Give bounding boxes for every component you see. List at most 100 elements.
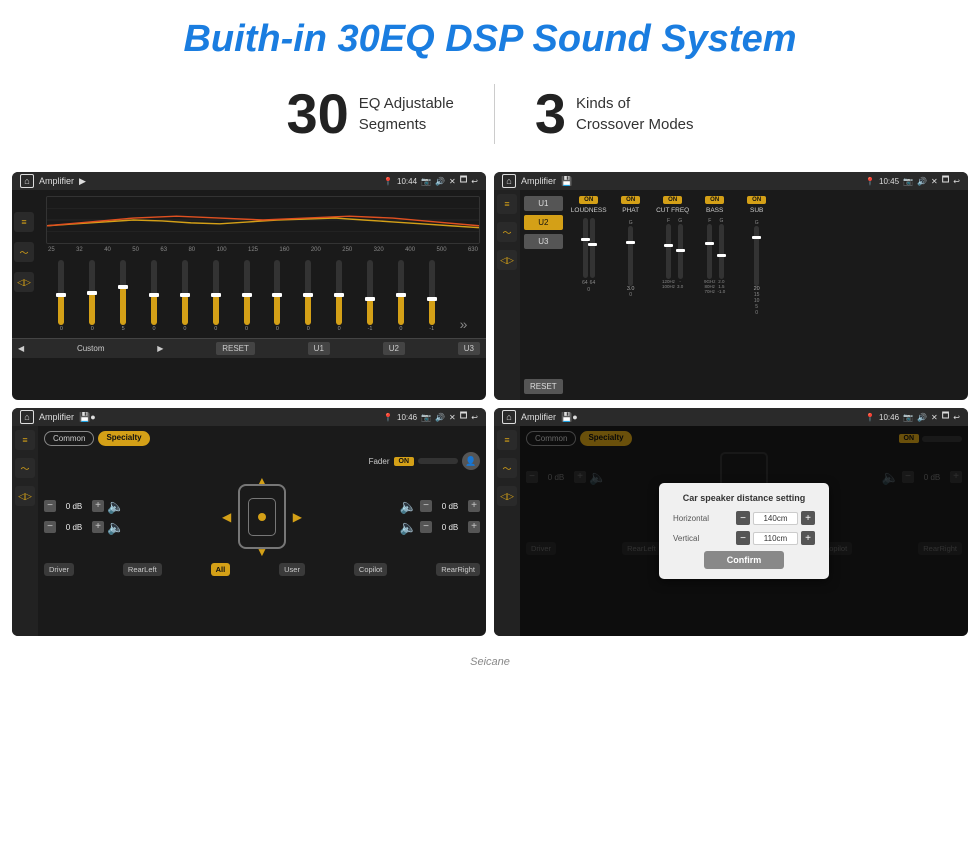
vol-icon-4[interactable]: ◁▷ — [497, 486, 517, 506]
volume-icon-4: 🔊 — [917, 413, 927, 422]
specialty-tab-3[interactable]: Specialty — [98, 431, 149, 446]
time-2: 10:45 — [879, 177, 899, 186]
vol-icon-2[interactable]: ◁▷ — [497, 250, 517, 270]
reset-button-1[interactable]: RESET — [216, 342, 255, 355]
eq-slider-3[interactable]: 5 — [120, 260, 126, 332]
eq-icon-4[interactable]: ≡ — [497, 430, 517, 450]
wave-icon-2[interactable]: 〜 — [497, 222, 517, 242]
home-icon-3[interactable] — [20, 410, 34, 424]
amplifier-label-3: Amplifier — [39, 412, 74, 422]
user-btn-3[interactable]: User — [279, 563, 305, 576]
vol1-minus[interactable]: − — [44, 500, 56, 512]
bass-col: ON BASS F 9GHz 80Hz 70Hz — [697, 196, 733, 394]
vol3-minus[interactable]: − — [420, 500, 432, 512]
u1-button-2[interactable]: U1 — [524, 196, 563, 211]
horizontal-plus[interactable]: + — [801, 511, 815, 525]
time-3: 10:46 — [397, 413, 417, 422]
vol4-minus[interactable]: − — [420, 521, 432, 533]
vol3-plus[interactable]: + — [468, 500, 480, 512]
home-icon-1[interactable] — [20, 174, 34, 188]
eq-slider-12[interactable]: 0 — [398, 260, 404, 332]
fader-on-3[interactable]: ON — [394, 457, 415, 466]
vol-icon-1[interactable]: ◁▷ — [14, 272, 34, 292]
reset-button-2[interactable]: RESET — [524, 379, 563, 394]
eq-slider-6[interactable]: 0 — [213, 260, 219, 332]
arrow-left[interactable]: ◀ — [222, 510, 231, 524]
bass-label: BASS — [706, 207, 723, 214]
u2-button-1[interactable]: U2 — [383, 342, 405, 355]
vertical-minus[interactable]: − — [736, 531, 750, 545]
all-btn-3[interactable]: All — [211, 563, 231, 576]
rearleft-btn-3[interactable]: RearLeft — [123, 563, 162, 576]
status-bar-2: Amplifier 💾 📍 10:45 📷 🔊 ✕ 🗖 ↩ — [494, 172, 968, 190]
vol-row-2: − 0 dB + 🔈 — [44, 519, 124, 536]
confirm-button[interactable]: Confirm — [704, 551, 784, 569]
horizontal-minus[interactable]: − — [736, 511, 750, 525]
horizontal-label: Horizontal — [673, 514, 723, 523]
wave-icon-1[interactable]: 〜 — [14, 242, 34, 262]
wave-icon-3[interactable]: 〜 — [15, 458, 35, 478]
arrow-right[interactable]: ▶ — [293, 510, 302, 524]
vertical-control: − 110cm + — [736, 531, 815, 545]
cutfreq-label: CUT FREQ — [656, 207, 689, 214]
eq-slider-5[interactable]: 0 — [182, 260, 188, 332]
eq-slider-9[interactable]: 0 — [305, 260, 311, 332]
eq-slider-2[interactable]: 0 — [89, 260, 95, 332]
location-icon-3: 📍 — [383, 413, 393, 422]
vertical-plus[interactable]: + — [801, 531, 815, 545]
rearright-btn-3[interactable]: RearRight — [436, 563, 480, 576]
status-bar-1: Amplifier ▶ 📍 10:44 📷 🔊 ✕ 🗖 ↩ — [12, 172, 486, 190]
camera-icon-2: 📷 — [903, 177, 913, 186]
horizontal-value: 140cm — [753, 512, 798, 525]
eq-slider-8[interactable]: 0 — [274, 260, 280, 332]
vol-icon-3[interactable]: ◁▷ — [15, 486, 35, 506]
volume-icon-2: 🔊 — [917, 177, 927, 186]
time-1: 10:44 — [397, 177, 417, 186]
sub-on[interactable]: ON — [747, 196, 766, 204]
screen-speaker: Amplifier 💾● 📍 10:46 📷 🔊 ✕ 🗖 ↩ ≡ 〜 ◁▷ — [12, 408, 486, 636]
eq-icon-1[interactable]: ≡ — [14, 212, 34, 232]
vol2-plus[interactable]: + — [92, 521, 104, 533]
cutfreq-col: ON CUT FREQ F 120Hz 100Hz G — [655, 196, 691, 394]
u3-button-1[interactable]: U3 — [458, 342, 480, 355]
forward-arrow[interactable]: ▶ — [157, 344, 163, 353]
loudness-on[interactable]: ON — [579, 196, 598, 204]
copilot-btn-3[interactable]: Copilot — [354, 563, 387, 576]
fader-label-3: Fader — [369, 457, 390, 466]
eq-slider-4[interactable]: 0 — [151, 260, 157, 332]
home-icon-4[interactable] — [502, 410, 516, 424]
back-arrow[interactable]: ◀ — [18, 344, 24, 353]
eq-icon-3[interactable]: ≡ — [15, 430, 35, 450]
wave-icon-4[interactable]: 〜 — [497, 458, 517, 478]
fader-slider-3[interactable] — [418, 458, 458, 464]
loudness-col: ON LOUDNESS 64 64 0 — [571, 196, 607, 394]
stats-row: 30 EQ AdjustableSegments 3 Kinds ofCross… — [0, 71, 980, 164]
eq-slider-10[interactable]: 0 — [336, 260, 342, 332]
common-tab-3[interactable]: Common — [44, 431, 94, 446]
vol2-minus[interactable]: − — [44, 521, 56, 533]
u3-button-2[interactable]: U3 — [524, 234, 563, 249]
eq-slider-1[interactable]: 0 — [58, 260, 64, 332]
eq-slider-11[interactable]: -1 — [367, 260, 373, 332]
home-icon-2[interactable] — [502, 174, 516, 188]
location-icon-2: 📍 — [865, 177, 875, 186]
phat-col: ON PHAT G 3.0 0 — [613, 196, 649, 394]
play-icon-1: ▶ — [79, 176, 86, 187]
driver-btn-3[interactable]: Driver — [44, 563, 74, 576]
u2-button-2[interactable]: U2 — [524, 215, 563, 230]
eq-icon-2[interactable]: ≡ — [497, 194, 517, 214]
eq-slider-13[interactable]: -1 — [429, 260, 435, 332]
stat-eq-number: 30 — [286, 81, 348, 146]
vol1-plus[interactable]: + — [92, 500, 104, 512]
stat-crossover-number: 3 — [535, 81, 566, 146]
bass-on[interactable]: ON — [705, 196, 724, 204]
vol4-plus[interactable]: + — [468, 521, 480, 533]
eq-slider-7[interactable]: 0 — [244, 260, 250, 332]
page-title: Buith-in 30EQ DSP Sound System — [0, 0, 980, 71]
minimize-icon-3: 🗖 — [460, 410, 468, 424]
phat-on[interactable]: ON — [621, 196, 640, 204]
right-speaker-controls: 🔈 − 0 dB + 🔈 − 0 dB + — [400, 498, 480, 536]
distance-dialog: Car speaker distance setting Horizontal … — [659, 483, 829, 579]
cutfreq-on[interactable]: ON — [663, 196, 682, 204]
u1-button-1[interactable]: U1 — [308, 342, 330, 355]
